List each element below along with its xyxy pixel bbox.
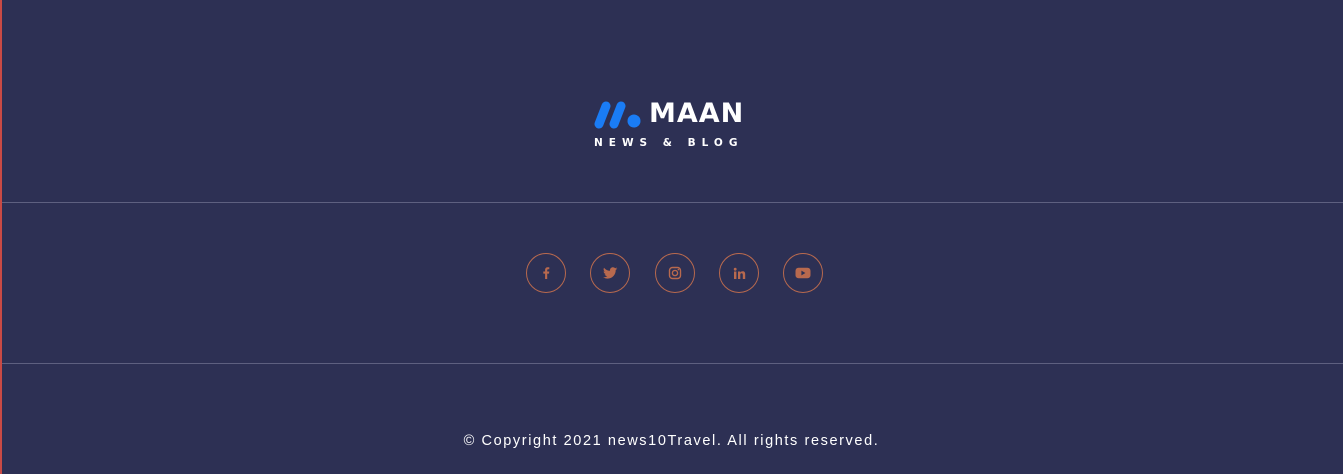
facebook-icon <box>543 267 550 279</box>
linkedin-button[interactable] <box>719 253 759 293</box>
instagram-icon <box>668 266 682 280</box>
divider-top <box>2 202 1343 203</box>
linkedin-icon <box>733 267 745 279</box>
logo-wordmark: MAAN <box>649 98 745 129</box>
youtube-icon <box>795 267 811 279</box>
instagram-button[interactable] <box>655 253 695 293</box>
youtube-button[interactable] <box>783 253 823 293</box>
twitter-icon <box>602 266 617 279</box>
copyright-text: © Copyright 2021 news10Travel. All right… <box>463 432 880 449</box>
divider-bottom <box>2 363 1343 364</box>
facebook-button[interactable] <box>526 253 566 293</box>
site-logo[interactable]: MAAN NEWS & BLOG <box>594 98 759 152</box>
logo-mark-icon <box>594 101 641 129</box>
logo-section: MAAN NEWS & BLOG <box>0 0 1343 202</box>
twitter-button[interactable] <box>590 253 630 293</box>
logo-tagline: NEWS & BLOG <box>594 137 744 149</box>
